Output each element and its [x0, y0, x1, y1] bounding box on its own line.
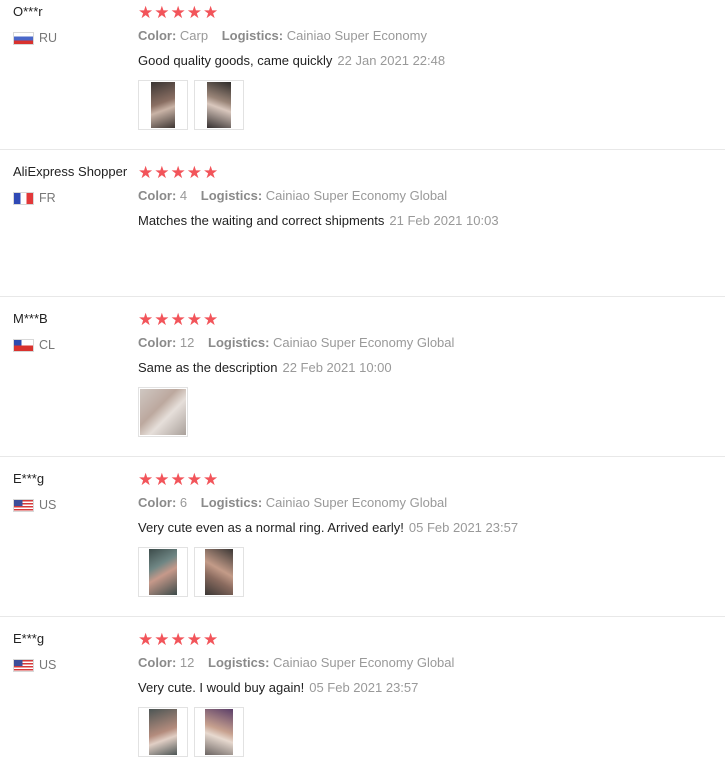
- review-meta: Color: 12 Logistics: Cainiao Super Econo…: [138, 655, 454, 670]
- review-item: M***B CL ★★★★★ Color: 12 Logistics: Cain…: [0, 307, 725, 457]
- photo-image: [151, 82, 175, 128]
- buyer-country: CL: [13, 338, 55, 352]
- review-body: Good quality goods, came quickly: [138, 53, 333, 68]
- review-photo-thumbnail[interactable]: [194, 80, 244, 130]
- review-meta: Color: 12 Logistics: Cainiao Super Econo…: [138, 335, 454, 350]
- review-text: Same as the description 22 Feb 2021 10:00: [138, 360, 392, 375]
- photo-image: [205, 549, 233, 595]
- review-body: Very cute. I would buy again!: [138, 680, 305, 695]
- star-rating: ★★★★★: [138, 630, 220, 649]
- buyer-name: AliExpress Shopper: [13, 164, 128, 179]
- review-body: Matches the waiting and correct shipment…: [138, 213, 385, 228]
- photo-image: [205, 709, 233, 755]
- review-date: 05 Feb 2021 23:57: [408, 520, 519, 535]
- review-photo-thumbnail[interactable]: [138, 547, 188, 597]
- fr-flag-icon: [13, 191, 34, 205]
- logistics-label: Logistics:: [200, 495, 263, 510]
- photo-image: [140, 389, 186, 435]
- review-item: O***r RU ★★★★★ Color: Carp Logistics: Ca…: [0, 0, 725, 150]
- ru-flag-icon: [13, 31, 34, 45]
- star-rating: ★★★★★: [138, 470, 220, 489]
- review-photo-thumbnail[interactable]: [194, 547, 244, 597]
- review-photo-thumbnail[interactable]: [194, 707, 244, 757]
- review-photos: [138, 707, 244, 757]
- buyer-country: FR: [13, 191, 56, 205]
- color-value: 12: [179, 655, 195, 670]
- review-meta: Color: 6 Logistics: Cainiao Super Econom…: [138, 495, 447, 510]
- color-label: Color:: [138, 495, 177, 510]
- review-photo-thumbnail[interactable]: [138, 80, 188, 130]
- buyer-country: US: [13, 498, 56, 512]
- review-meta: Color: 4 Logistics: Cainiao Super Econom…: [138, 188, 447, 203]
- logistics-value: Cainiao Super Economy Global: [265, 188, 448, 203]
- photo-image: [149, 709, 177, 755]
- review-text: Matches the waiting and correct shipment…: [138, 213, 499, 228]
- review-item: E***g US ★★★★★ Color: 12 Logistics: Cain…: [0, 627, 725, 757]
- logistics-label: Logistics:: [200, 188, 263, 203]
- logistics-value: Cainiao Super Economy Global: [265, 495, 448, 510]
- buyer-name: E***g: [13, 631, 45, 646]
- review-item: AliExpress Shopper FR ★★★★★ Color: 4 Log…: [0, 160, 725, 297]
- us-flag-icon: [13, 498, 34, 512]
- review-text: Very cute. I would buy again! 05 Feb 2021…: [138, 680, 418, 695]
- buyer-name: E***g: [13, 471, 45, 486]
- photo-image: [149, 549, 177, 595]
- logistics-value: Cainiao Super Economy Global: [273, 655, 455, 670]
- review-date: 22 Jan 2021 22:48: [337, 53, 446, 68]
- color-value: Carp: [179, 28, 209, 43]
- review-photo-thumbnail[interactable]: [138, 707, 188, 757]
- review-body: Same as the description: [138, 360, 278, 375]
- review-photo-thumbnail[interactable]: [138, 387, 188, 437]
- color-label: Color:: [138, 655, 177, 670]
- buyer-country: US: [13, 658, 56, 672]
- logistics-value: Cainiao Super Economy Global: [273, 335, 455, 350]
- star-rating: ★★★★★: [138, 310, 220, 329]
- review-date: 05 Feb 2021 23:57: [309, 680, 419, 695]
- cl-flag-icon: [13, 338, 34, 352]
- review-photos: [138, 387, 188, 437]
- country-code: RU: [39, 31, 58, 45]
- review-text: Very cute even as a normal ring. Arrived…: [138, 520, 518, 535]
- star-rating: ★★★★★: [138, 163, 220, 182]
- color-value: 4: [179, 188, 188, 203]
- review-meta: Color: Carp Logistics: Cainiao Super Eco…: [138, 28, 427, 43]
- logistics-label: Logistics:: [208, 655, 270, 670]
- review-photos: [138, 547, 244, 597]
- us-flag-icon: [13, 658, 34, 672]
- color-label: Color:: [138, 28, 177, 43]
- color-value: 6: [179, 495, 188, 510]
- color-value: 12: [179, 335, 195, 350]
- star-rating: ★★★★★: [138, 3, 220, 22]
- buyer-name: M***B: [13, 311, 48, 326]
- country-code: US: [39, 658, 57, 672]
- logistics-value: Cainiao Super Economy: [286, 28, 427, 43]
- country-code: US: [39, 498, 57, 512]
- logistics-label: Logistics:: [221, 28, 284, 43]
- review-date: 21 Feb 2021 10:03: [389, 213, 499, 228]
- review-date: 22 Feb 2021 10:00: [282, 360, 392, 375]
- country-code: CL: [39, 338, 55, 352]
- logistics-label: Logistics:: [208, 335, 270, 350]
- country-code: FR: [39, 191, 56, 205]
- color-label: Color:: [138, 335, 177, 350]
- review-body: Very cute even as a normal ring. Arrived…: [138, 520, 404, 535]
- review-photos: [138, 80, 244, 130]
- buyer-name: O***r: [13, 4, 43, 19]
- buyer-country: RU: [13, 31, 57, 45]
- review-item: E***g US ★★★★★ Color: 6 Logistics: Caini…: [0, 467, 725, 617]
- color-label: Color:: [138, 188, 177, 203]
- photo-image: [207, 82, 231, 128]
- review-text: Good quality goods, came quickly 22 Jan 2…: [138, 53, 445, 68]
